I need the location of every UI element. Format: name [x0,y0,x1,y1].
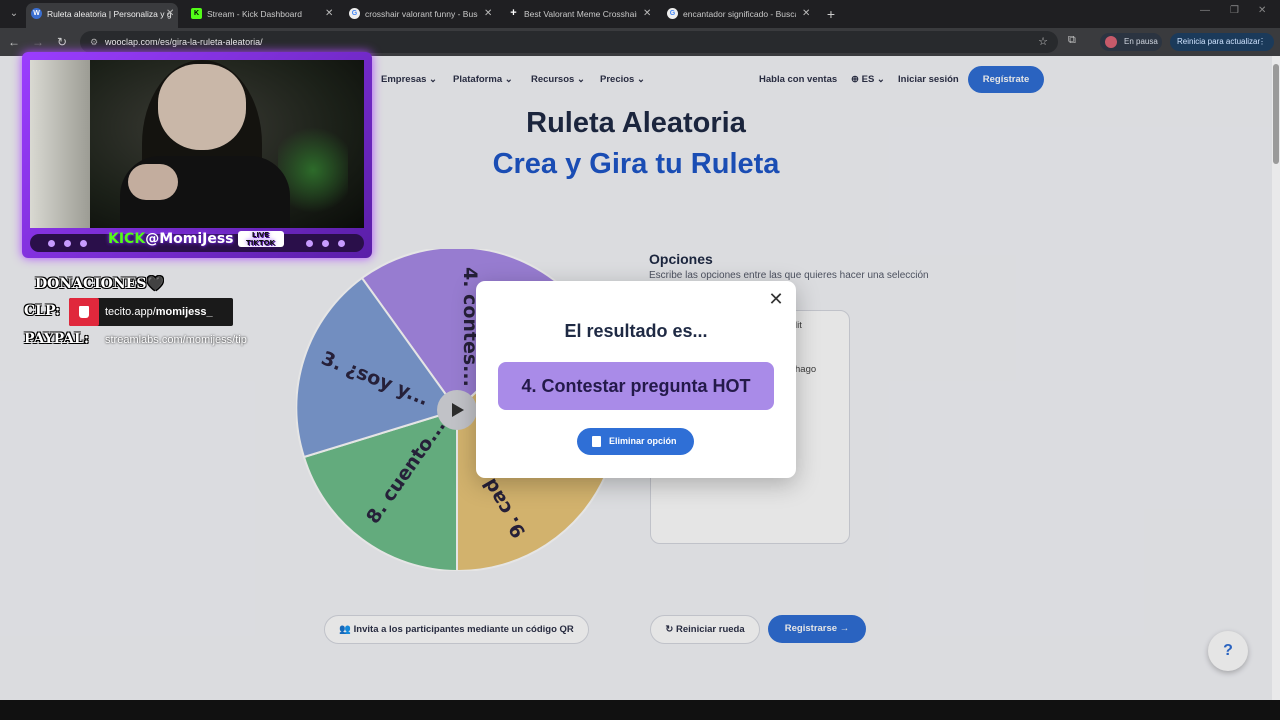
kick-logo: KICK [108,231,146,247]
delete-option-label: Eliminar opción [609,436,677,446]
delete-option-button[interactable]: Eliminar opción [577,428,694,455]
new-tab-icon[interactable]: + [824,4,838,24]
tecito-cup-icon [69,298,99,326]
wooclap-favicon-icon: W [31,8,42,19]
scrollbar-thumb[interactable] [1273,64,1279,164]
profile-avatar [1105,36,1117,48]
tab-kick-dashboard[interactable]: K Stream - Kick Dashboard [186,3,326,28]
bookmark-star-icon[interactable]: ☆ [1038,31,1048,53]
site-info-icon[interactable]: ⚙ [88,36,100,48]
trash-icon [592,436,601,447]
webcam-feed [30,60,364,228]
extensions-icon[interactable]: ⧉ [1068,34,1076,47]
donations-title: DONACIONES🖤 [35,276,164,292]
stream-handle: KICK@MomiJess LIVE TIKTOK [108,231,302,253]
back-icon[interactable]: ← [6,34,22,50]
tab-close-icon[interactable]: ✕ [484,3,492,25]
tab-close-icon[interactable]: ✕ [643,3,651,25]
tab-close-icon[interactable]: ✕ [166,3,174,25]
clp-label: CLP: [24,303,61,319]
update-button[interactable]: Reinicia para actualizar ⋮ [1170,33,1274,51]
decor-dot [306,240,313,247]
tecito-url: tecito.app/momijess_ [105,306,213,318]
url-text: wooclap.com/es/gira-la-ruleta-aleatoria/ [105,37,263,47]
webcam-name-bar: KICK@MomiJess LIVE TIKTOK [30,231,364,253]
webcam-frame: KICK@MomiJess LIVE TIKTOK [22,52,372,258]
maximize-icon[interactable]: ❐ [1230,5,1239,16]
tab-valorant-crosshairs[interactable]: + Best Valorant Meme Crosshairs [503,3,637,28]
close-window-icon[interactable]: ✕ [1258,5,1266,16]
tab-close-icon[interactable]: ✕ [325,3,333,25]
menu-kebab-icon[interactable]: ⋮ [1258,33,1266,51]
tab-title: crosshair valorant funny - Busca [365,9,478,19]
result-value: 4. Contestar pregunta HOT [498,362,774,410]
profile-paused-chip[interactable]: En pausa [1100,33,1162,51]
paypal-url: streamlabs.com/momijess/tip [105,334,247,346]
tab-title: Ruleta aleatoria | Personaliza y g [47,9,172,19]
decor-dot [48,240,55,247]
tab-ruleta[interactable]: W Ruleta aleatoria | Personaliza y g [26,3,178,28]
reload-icon[interactable]: ↻ [54,34,70,50]
tab-crosshair-search[interactable]: G crosshair valorant funny - Busca [344,3,478,28]
tab-title: encantador significado - Buscar [683,9,796,19]
paypal-label: PAYPAL: [24,331,90,347]
screen: ⌄ W Ruleta aleatoria | Personaliza y g ✕… [0,0,1280,720]
close-icon[interactable]: ✕ [768,290,784,308]
tecito-badge: tecito.app/momijess_ [69,298,233,326]
tab-title: Best Valorant Meme Crosshairs [524,9,637,19]
decor-dot [64,240,71,247]
tab-encantador-search[interactable]: G encantador significado - Buscar [662,3,796,28]
webcam-streamer-face [158,64,246,150]
plus-favicon-icon: + [510,7,517,19]
kick-favicon-icon: K [191,8,202,19]
webcam-background-light [30,60,90,228]
google-favicon-icon: G [349,8,360,19]
browser-tabbar: ⌄ W Ruleta aleatoria | Personaliza y g ✕… [0,0,1280,28]
tab-search-chevron-icon[interactable]: ⌄ [6,6,22,22]
decor-dot [322,240,329,247]
update-label: Reinicia para actualizar [1177,37,1261,46]
minimize-icon[interactable]: — [1200,5,1210,16]
forward-icon[interactable]: → [30,34,46,50]
webcam-streamer-hand [128,164,178,200]
taskbar-strip [0,700,1280,720]
address-bar[interactable]: ⚙ wooclap.com/es/gira-la-ruleta-aleatori… [80,31,1058,53]
decor-dot [338,240,345,247]
decor-dot [80,240,87,247]
tab-close-icon[interactable]: ✕ [802,3,810,25]
google-favicon-icon: G [667,8,678,19]
modal-title: El resultado es... [564,321,708,341]
result-modal: ✕ El resultado es... 4. Contestar pregun… [476,281,796,478]
tab-title: Stream - Kick Dashboard [207,9,302,19]
profile-status: En pausa [1124,37,1158,46]
tiktok-live-badge: LIVE TIKTOK [237,231,284,247]
